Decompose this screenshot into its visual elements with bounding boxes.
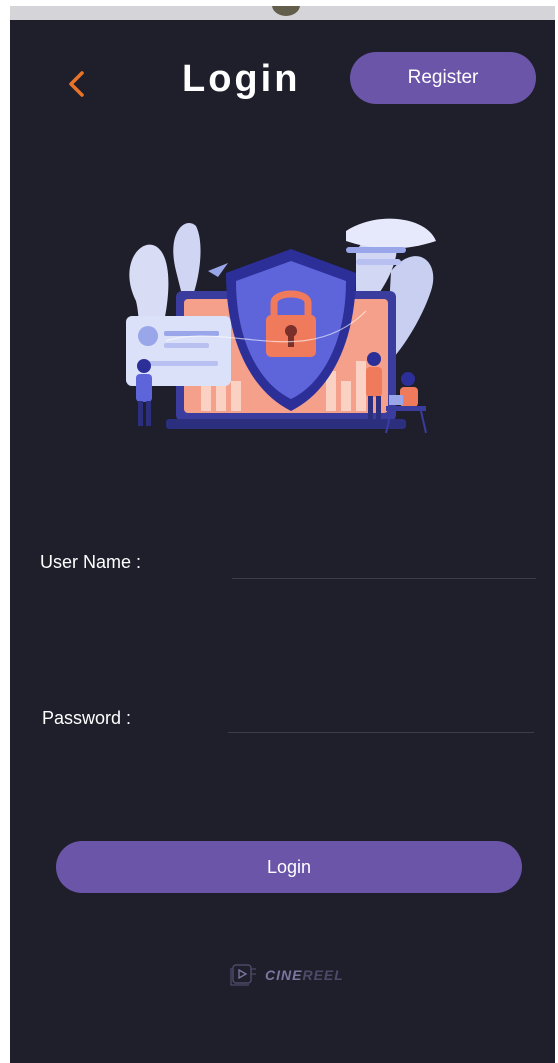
person-head: [367, 352, 381, 366]
person-body: [366, 367, 382, 397]
brand-name-part1: CINE: [265, 967, 303, 983]
person-leg: [146, 401, 151, 426]
page-title: Login: [182, 58, 301, 100]
info-bar: [346, 247, 406, 253]
desk-leg: [420, 410, 427, 434]
login-button[interactable]: Login: [56, 841, 522, 893]
bar-shape: [356, 361, 366, 411]
person-leg: [376, 396, 381, 424]
register-button[interactable]: Register: [350, 52, 536, 104]
bar-shape: [231, 381, 241, 411]
desk-shape: [386, 406, 426, 411]
person-head: [401, 372, 415, 386]
status-bar: [10, 6, 555, 20]
card-line: [164, 331, 219, 336]
password-input[interactable]: [228, 700, 534, 733]
person-head: [137, 359, 151, 373]
person-leg: [368, 396, 373, 424]
keyhole-slot: [288, 333, 294, 347]
card-line: [164, 343, 209, 348]
paper-plane-shape: [208, 263, 228, 277]
person-leg: [138, 401, 143, 426]
security-illustration: [126, 218, 436, 434]
chevron-left-icon: [69, 71, 84, 97]
brand-logo: CINEREEL: [229, 962, 344, 988]
username-input[interactable]: [232, 546, 536, 579]
person-body: [136, 374, 152, 402]
login-screen: Login Register User Name: Password: Lo…: [10, 6, 555, 1063]
film-reel-logo-icon: [230, 964, 256, 986]
username-label: User Name :: [40, 552, 142, 572]
bar-shape: [341, 381, 351, 411]
camera-cutout: [272, 6, 300, 16]
card-avatar: [138, 326, 158, 346]
cloud-shape: [346, 218, 436, 249]
bar-shape: [201, 386, 211, 411]
brand-name: CINEREEL: [265, 967, 344, 983]
brand-name-part2: REEL: [302, 967, 344, 983]
mini-laptop: [389, 395, 403, 405]
info-bar: [356, 259, 401, 265]
back-button[interactable]: [62, 66, 92, 102]
password-label: Password :: [42, 708, 132, 728]
